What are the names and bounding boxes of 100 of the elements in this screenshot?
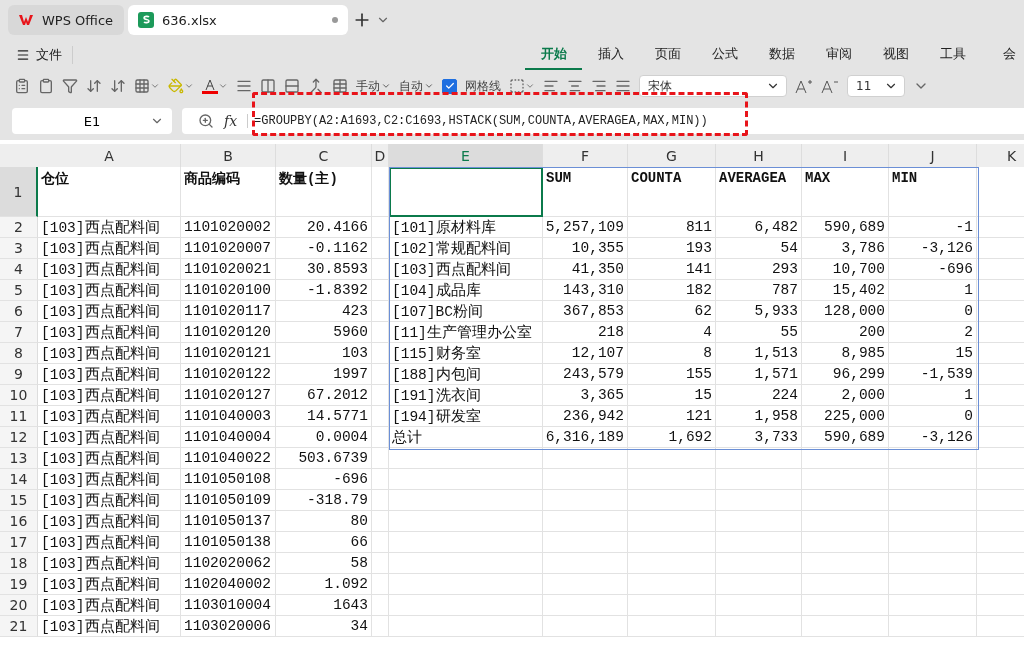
- table-cell: 58: [276, 553, 372, 574]
- row-header[interactable]: 18: [0, 553, 38, 574]
- ribbon-tab[interactable]: 工具: [924, 40, 981, 70]
- table-cell: 1,571: [716, 364, 802, 385]
- table-cell: [103]西点配料间: [38, 574, 181, 595]
- row-header[interactable]: 15: [0, 490, 38, 511]
- ribbon-tab[interactable]: 插入: [582, 40, 639, 70]
- font-size-dropdown[interactable]: 11: [847, 75, 905, 97]
- row-header[interactable]: 11: [0, 406, 38, 427]
- row-header[interactable]: 21: [0, 616, 38, 637]
- table-cell: 1101020121: [181, 343, 276, 364]
- column-header[interactable]: C: [276, 144, 372, 167]
- sort-icon[interactable]: [86, 78, 102, 94]
- ribbon-tab[interactable]: 公式: [696, 40, 753, 70]
- font-grow-icon[interactable]: [795, 78, 813, 94]
- font-shrink-icon[interactable]: [821, 78, 839, 94]
- table-cell: -1,539: [889, 364, 977, 385]
- table-cell: [372, 427, 389, 448]
- name-box[interactable]: E1: [12, 108, 172, 134]
- column-header[interactable]: F: [543, 144, 628, 167]
- columns-icon[interactable]: [260, 78, 276, 94]
- row-header[interactable]: 16: [0, 511, 38, 532]
- column-header[interactable]: B: [181, 144, 276, 167]
- column-header[interactable]: J: [889, 144, 977, 167]
- row-header[interactable]: 20: [0, 595, 38, 616]
- table-cell: [372, 574, 389, 595]
- table-cell: [372, 511, 389, 532]
- column-header[interactable]: E: [389, 144, 543, 167]
- table-cell: 5960: [276, 322, 372, 343]
- row-header[interactable]: 10: [0, 385, 38, 406]
- table-cell: 14.5771: [276, 406, 372, 427]
- app-tab[interactable]: 636.xlsx: [128, 5, 348, 35]
- ribbon-tab[interactable]: 会: [981, 40, 1024, 70]
- filter-icon[interactable]: [62, 78, 78, 94]
- table-cell: 293: [716, 259, 802, 280]
- table-cell: 15: [628, 385, 716, 406]
- row-header[interactable]: 6: [0, 301, 38, 322]
- row-header[interactable]: 8: [0, 343, 38, 364]
- table-cell: [103]西点配料间: [38, 259, 181, 280]
- header-cell: SUM: [543, 167, 628, 217]
- column-header[interactable]: I: [802, 144, 889, 167]
- row-header[interactable]: 12: [0, 427, 38, 448]
- table-cell: [372, 553, 389, 574]
- column-header[interactable]: D: [372, 144, 389, 167]
- manual-dropdown[interactable]: 手动: [356, 77, 391, 95]
- gridlines-checkbox[interactable]: [442, 78, 457, 94]
- table-cell: 1101050138: [181, 532, 276, 553]
- row-header[interactable]: 1: [0, 167, 38, 217]
- table-cell: 1: [889, 385, 977, 406]
- ribbon-tab[interactable]: 页面: [639, 40, 696, 70]
- ribbon-tab[interactable]: 审阅: [810, 40, 867, 70]
- row-header[interactable]: 13: [0, 448, 38, 469]
- row-header[interactable]: 14: [0, 469, 38, 490]
- row-header[interactable]: 19: [0, 574, 38, 595]
- column-header[interactable]: A: [38, 144, 181, 167]
- row-header[interactable]: 7: [0, 322, 38, 343]
- align-right-icon[interactable]: [591, 78, 607, 94]
- table-cell: 503.6739: [276, 448, 372, 469]
- file-menu[interactable]: 文件: [16, 46, 73, 64]
- table-cell: 1101020122: [181, 364, 276, 385]
- table-cell: -696: [276, 469, 372, 490]
- table-cell: [372, 616, 389, 637]
- table-cell: [103]西点配料间: [38, 343, 181, 364]
- borders-icon[interactable]: [134, 78, 160, 94]
- align-left-icon[interactable]: [543, 78, 559, 94]
- row-header[interactable]: 5: [0, 280, 38, 301]
- ribbon-tab[interactable]: 开始: [525, 40, 582, 70]
- column-header[interactable]: G: [628, 144, 716, 167]
- row-header[interactable]: 3: [0, 238, 38, 259]
- sort-icon[interactable]: [110, 78, 126, 94]
- logo-icon: [18, 12, 34, 28]
- align-center-icon[interactable]: [567, 78, 583, 94]
- freeze-icon[interactable]: [509, 78, 535, 94]
- table-icon[interactable]: [332, 78, 348, 94]
- column-header[interactable]: H: [716, 144, 802, 167]
- table-cell: 41,350: [543, 259, 628, 280]
- font-dropdown[interactable]: 宋体: [639, 75, 787, 97]
- app-tab[interactable]: WPS Office: [8, 5, 124, 35]
- chevron-down-icon: [381, 81, 391, 91]
- justify-icon[interactable]: [615, 78, 631, 94]
- ribbon-tab[interactable]: 视图: [867, 40, 924, 70]
- clipboard-icon[interactable]: [38, 78, 54, 94]
- row-header[interactable]: 4: [0, 259, 38, 280]
- rows-icon[interactable]: [284, 78, 300, 94]
- row-header[interactable]: 9: [0, 364, 38, 385]
- font-color-icon[interactable]: [202, 78, 228, 94]
- table-cell: 1101040022: [181, 448, 276, 469]
- ribbon-tab[interactable]: 数据: [753, 40, 810, 70]
- formula-bar[interactable]: fx =GROUPBY(A2:A1693,C2:C1693,HSTACK(SUM,COUNTA,AVERAGEA,MAX,MIN)): [182, 108, 1024, 134]
- table-cell: 1101050109: [181, 490, 276, 511]
- fill-color-icon[interactable]: [168, 78, 194, 94]
- row-header[interactable]: 2: [0, 217, 38, 238]
- row-header[interactable]: 17: [0, 532, 38, 553]
- merge-icon[interactable]: [308, 78, 324, 94]
- table-cell: 141: [628, 259, 716, 280]
- insert-function-button[interactable]: fx: [224, 113, 238, 129]
- auto-dropdown[interactable]: 自动: [399, 77, 434, 95]
- zoom-icon[interactable]: [198, 113, 214, 129]
- column-header[interactable]: K: [977, 144, 1024, 167]
- table-cell: [103]西点配料间: [38, 469, 181, 490]
